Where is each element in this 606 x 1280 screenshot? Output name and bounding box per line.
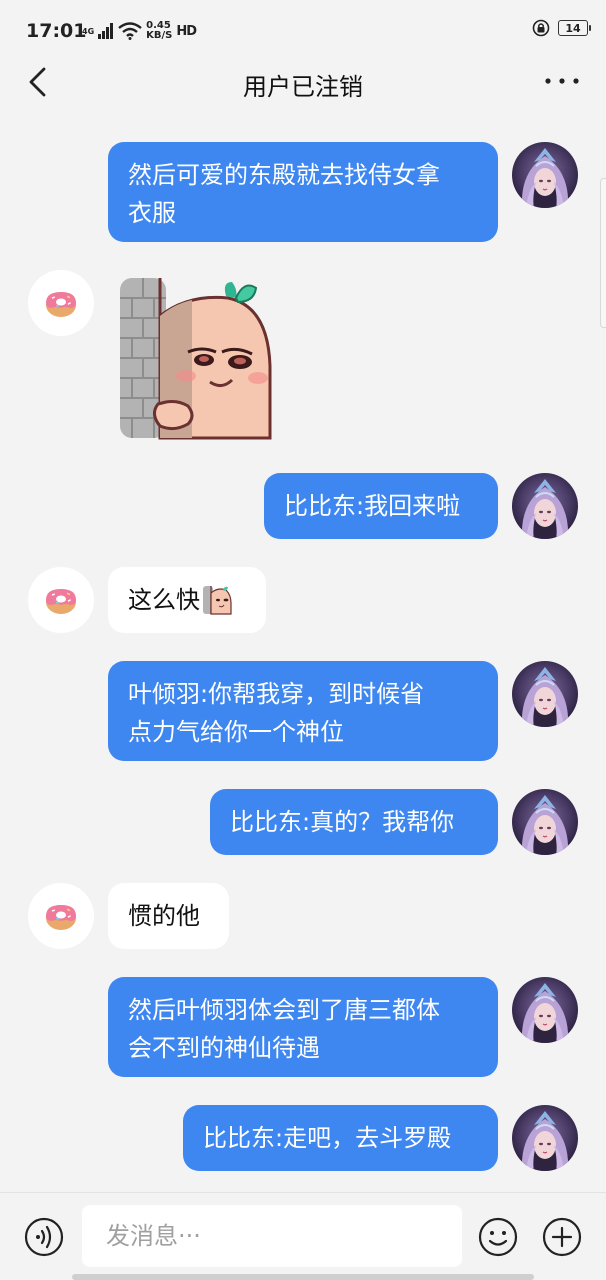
network-speed: 0.45 KB/S bbox=[146, 21, 172, 41]
incoming-message-bubble[interactable]: 这么快 bbox=[108, 567, 266, 633]
more-options-icon[interactable] bbox=[542, 71, 582, 91]
sender-avatar[interactable] bbox=[512, 977, 578, 1043]
wifi-icon bbox=[118, 22, 142, 40]
donut-avatar[interactable] bbox=[28, 567, 94, 633]
sender-avatar[interactable] bbox=[512, 473, 578, 539]
emoji-icon[interactable] bbox=[478, 1217, 518, 1257]
status-time: 17:01 bbox=[26, 20, 87, 42]
outgoing-message-bubble[interactable]: 然后可爱的东殿就去找侍女拿 衣服 bbox=[108, 142, 498, 242]
signal-icon bbox=[98, 23, 114, 39]
hd-label: HD bbox=[176, 23, 197, 39]
speed-unit: KB/S bbox=[146, 30, 173, 41]
home-indicator[interactable] bbox=[72, 1274, 534, 1280]
network-type-label: 4G bbox=[82, 26, 95, 36]
chat-header: 用户已注销 bbox=[0, 55, 606, 109]
battery-icon: 14 bbox=[558, 20, 591, 36]
sender-avatar[interactable] bbox=[512, 789, 578, 855]
status-right: 14 bbox=[532, 19, 591, 37]
message-input[interactable] bbox=[82, 1205, 462, 1267]
message-text: 这么快 bbox=[128, 586, 200, 614]
donut-avatar[interactable] bbox=[28, 883, 94, 949]
side-scroll-indicator[interactable] bbox=[600, 178, 606, 328]
chat-title: 用户已注销 bbox=[243, 73, 363, 101]
peeking-potato-sticker[interactable] bbox=[118, 276, 274, 440]
outgoing-message-bubble[interactable]: 比比东:走吧，去斗罗殿 bbox=[183, 1105, 498, 1171]
sender-avatar[interactable] bbox=[512, 1105, 578, 1171]
voice-icon[interactable] bbox=[24, 1217, 64, 1257]
status-bar: 17:01 4G 0.45 KB/S HD 14 bbox=[0, 0, 606, 60]
message-input-bar bbox=[0, 1192, 606, 1280]
battery-level: 14 bbox=[565, 21, 581, 35]
outgoing-message-bubble[interactable]: 比比东:我回来啦 bbox=[264, 473, 498, 539]
sender-avatar[interactable] bbox=[512, 142, 578, 208]
inline-sticker-icon bbox=[202, 585, 232, 615]
plus-icon[interactable] bbox=[542, 1217, 582, 1257]
outgoing-message-bubble[interactable]: 比比东:真的？我帮你 bbox=[210, 789, 498, 855]
donut-avatar[interactable] bbox=[28, 270, 94, 336]
outgoing-message-bubble[interactable]: 然后叶倾羽体会到了唐三都体 会不到的神仙待遇 bbox=[108, 977, 498, 1077]
lock-rotation-icon bbox=[532, 19, 550, 37]
status-icons: 4G 0.45 KB/S HD bbox=[82, 18, 197, 44]
sender-avatar[interactable] bbox=[512, 661, 578, 727]
outgoing-message-bubble[interactable]: 叶倾羽:你帮我穿，到时候省 点力气给你一个神位 bbox=[108, 661, 498, 761]
incoming-message-bubble[interactable]: 惯的他 bbox=[108, 883, 229, 949]
